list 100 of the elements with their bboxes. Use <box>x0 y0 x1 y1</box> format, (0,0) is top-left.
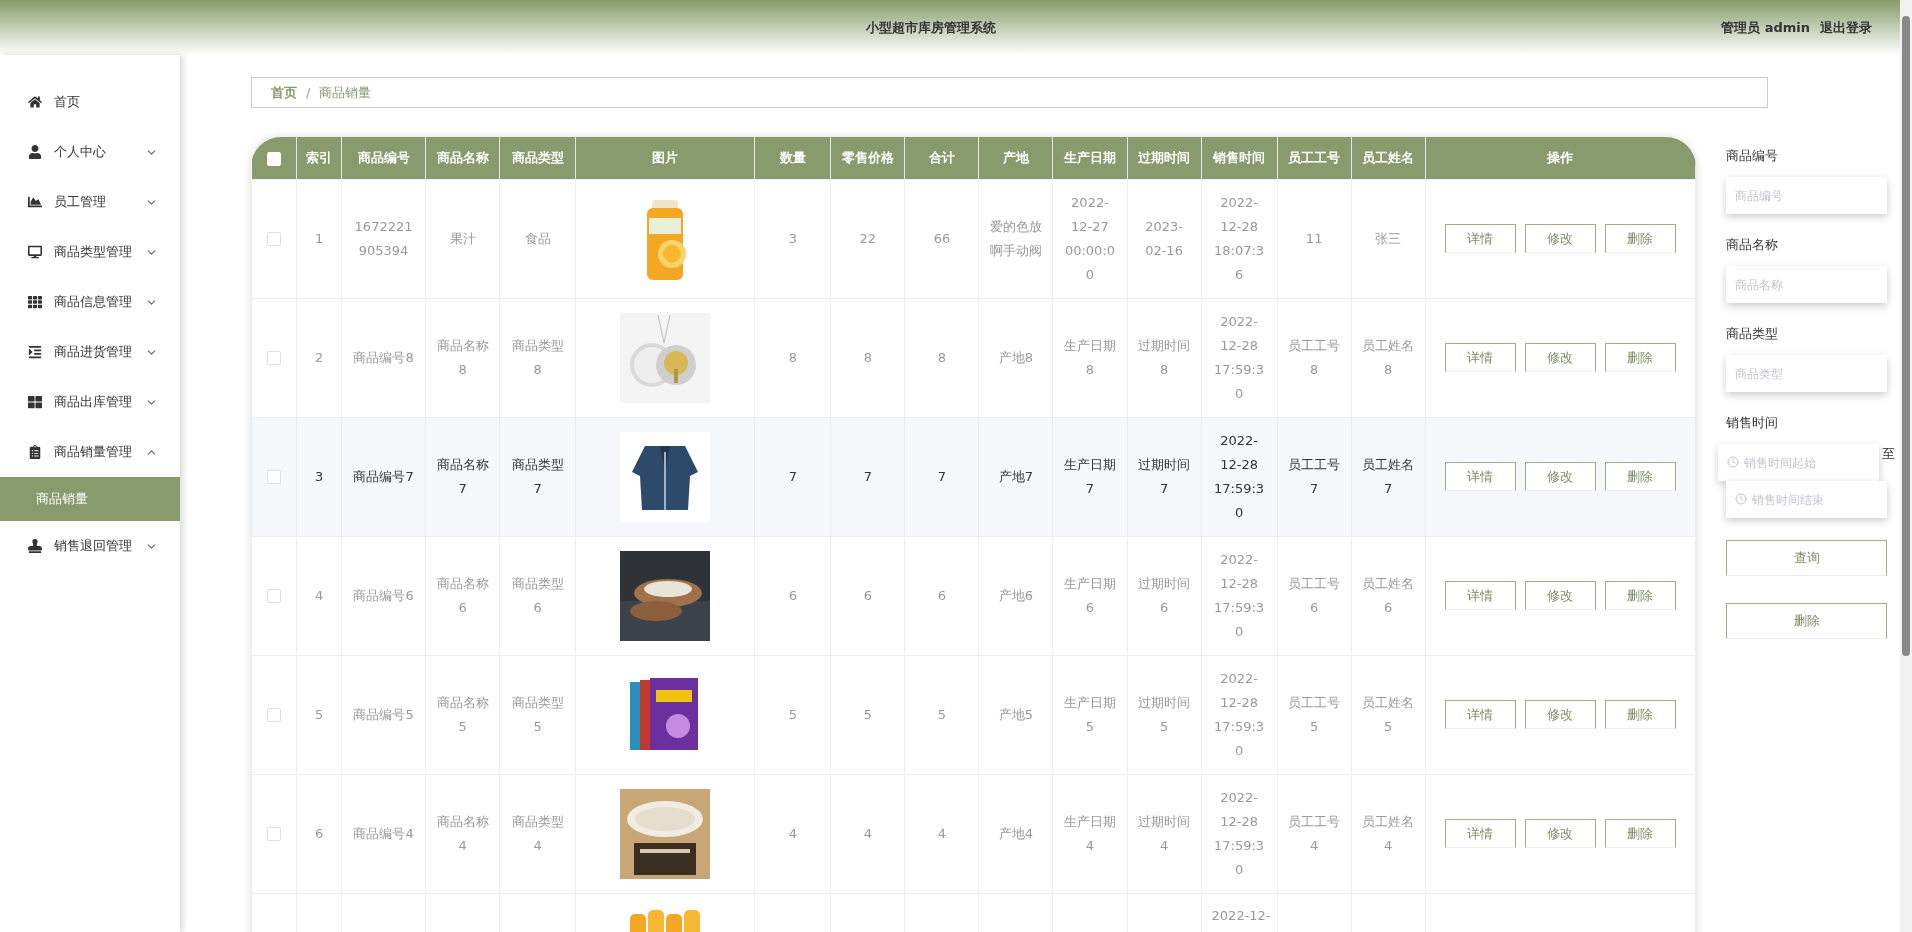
column-header: 员工工号 <box>1277 137 1352 179</box>
menu-item[interactable]: 首页 <box>0 77 180 127</box>
table-cell: 5 <box>788 706 797 722</box>
table-cell: 7 <box>863 468 872 484</box>
menu-item[interactable]: 商品信息管理 <box>0 277 180 327</box>
table-cell: 2 <box>314 349 324 365</box>
table-cell: 商品类型7 <box>511 456 564 496</box>
details-button[interactable]: 详情 <box>1444 462 1516 491</box>
table-cell: 商品编号5 <box>353 706 414 722</box>
edit-button[interactable]: 修改 <box>1524 581 1596 610</box>
edit-button[interactable]: 修改 <box>1524 343 1596 372</box>
breadcrumb-link[interactable]: 商品销量 <box>319 83 372 102</box>
column-header: 索引 <box>296 137 342 179</box>
menu-label: 销售退回管理 <box>54 537 133 555</box>
table-cell: 过期时间8 <box>1138 337 1191 377</box>
table-cell: 7 <box>788 468 797 484</box>
menu-item[interactable]: 商品进货管理 <box>0 327 180 377</box>
table-cell: 6 <box>788 587 797 603</box>
menu-label: 员工管理 <box>54 193 107 211</box>
table-cell: 产地5 <box>998 706 1034 722</box>
edit-button[interactable]: 修改 <box>1524 224 1596 253</box>
delete-button[interactable]: 删除 <box>1604 819 1676 848</box>
details-button[interactable]: 详情 <box>1444 581 1516 610</box>
date-field[interactable]: 销售时间结束 <box>1726 481 1887 518</box>
table-cell: 商品编号7 <box>353 468 414 484</box>
delete-button[interactable]: 删除 <box>1604 581 1676 610</box>
table-cell: 生产日期5 <box>1064 694 1116 734</box>
search-field[interactable]: 商品类型 <box>1726 355 1887 392</box>
menu-label: 商品进货管理 <box>54 343 133 361</box>
logout-link[interactable]: 退出登录 <box>1820 18 1872 37</box>
table-cell: 员工工号4 <box>1288 813 1341 853</box>
delete-button[interactable]: 删除 <box>1604 343 1676 372</box>
edit-button[interactable]: 修改 <box>1524 700 1596 729</box>
filter-label: 商品编号 <box>1726 147 1779 165</box>
table-cell: 过期时间4 <box>1138 813 1191 853</box>
table-cell: 员工工号5 <box>1288 694 1341 734</box>
table-cell: 生产日期7 <box>1064 456 1116 496</box>
table-cell: 生产日期8 <box>1064 337 1116 377</box>
table-cell: 爱的色放啊手动阀 <box>989 218 1042 258</box>
breadcrumb-separator: / <box>306 85 311 100</box>
details-button[interactable]: 详情 <box>1444 700 1516 729</box>
delete-button[interactable]: 删除 <box>1604 224 1676 253</box>
table-cell: 7 <box>937 468 947 484</box>
table-cell: 1672221905394 <box>354 218 413 258</box>
column-header: 商品名称 <box>425 137 500 179</box>
table-cell: 8 <box>937 349 947 365</box>
table-cell: 员工姓名4 <box>1362 813 1415 853</box>
column-header: 员工姓名 <box>1351 137 1426 179</box>
table-cell: 2022-12-28 17:59:30 <box>1214 789 1265 877</box>
table-cell: 6 <box>314 825 324 841</box>
table-cell: 3 <box>788 230 797 246</box>
details-button[interactable]: 详情 <box>1444 224 1516 253</box>
menu-item[interactable]: 销售退回管理 <box>0 521 180 571</box>
menu-item[interactable]: 商品销量管理 <box>0 427 180 477</box>
table-cell: 2022-12-28 17:59:30 <box>1214 313 1265 401</box>
menu-item[interactable]: 员工管理 <box>0 177 180 227</box>
table-cell: 4 <box>314 587 324 603</box>
filter-label: 商品类型 <box>1726 325 1779 343</box>
table-cell: 6 <box>937 587 947 603</box>
table-cell: 员工姓名5 <box>1362 694 1415 734</box>
menu-label: 商品信息管理 <box>54 293 133 311</box>
search-field[interactable]: 商品名称 <box>1726 266 1887 303</box>
edit-button[interactable]: 修改 <box>1524 462 1596 491</box>
table-cell: 2022-12-28 17:59:30 <box>1214 670 1265 758</box>
table-cell: 商品名称7 <box>436 456 489 496</box>
table-cell: 商品类型8 <box>511 337 564 377</box>
table-cell: 果汁 <box>449 230 476 246</box>
date-field[interactable]: 销售时间起始 <box>1718 444 1879 481</box>
edit-button[interactable]: 修改 <box>1524 819 1596 848</box>
delete-button[interactable]: 删除 <box>1604 700 1676 729</box>
table-cell: 2022-12- <box>1211 907 1271 923</box>
table-cell: 3 <box>314 468 324 484</box>
submenu-item[interactable]: 商品销量 <box>0 477 180 521</box>
table-cell: 5 <box>863 706 872 722</box>
delete-button[interactable]: 删除 <box>1604 462 1676 491</box>
filter-label: 商品名称 <box>1726 236 1779 254</box>
app-title: 小型超市库房管理系统 <box>864 18 997 37</box>
table-cell: 生产日期6 <box>1064 575 1116 615</box>
table-cell: 22 <box>859 230 877 246</box>
menu-item[interactable]: 商品出库管理 <box>0 377 180 427</box>
table-cell: 2022-12-27 00:00:00 <box>1064 194 1116 282</box>
details-button[interactable]: 详情 <box>1444 819 1516 848</box>
delete-button[interactable]: 删除 <box>1726 603 1887 639</box>
table-cell: 5 <box>937 706 947 722</box>
query-button[interactable]: 查询 <box>1726 540 1887 576</box>
menu-item[interactable]: 个人中心 <box>0 127 180 177</box>
table-cell: 8 <box>863 349 872 365</box>
menu-label: 首页 <box>54 93 81 111</box>
table-cell: 商品名称4 <box>436 813 489 853</box>
table-cell: 产地4 <box>998 825 1034 841</box>
column-header: 图片 <box>575 137 755 179</box>
table-cell: 2023-02-16 <box>1145 218 1183 258</box>
table-cell: 产地7 <box>998 468 1034 484</box>
table-cell: 2022-12-28 17:59:30 <box>1214 551 1265 639</box>
breadcrumb-link[interactable]: 首页 <box>271 83 297 102</box>
column-header: 数量 <box>754 137 831 179</box>
table-cell: 过期时间7 <box>1138 456 1191 496</box>
menu-item[interactable]: 商品类型管理 <box>0 227 180 277</box>
column-header: 商品类型 <box>499 137 576 179</box>
details-button[interactable]: 详情 <box>1444 343 1516 372</box>
